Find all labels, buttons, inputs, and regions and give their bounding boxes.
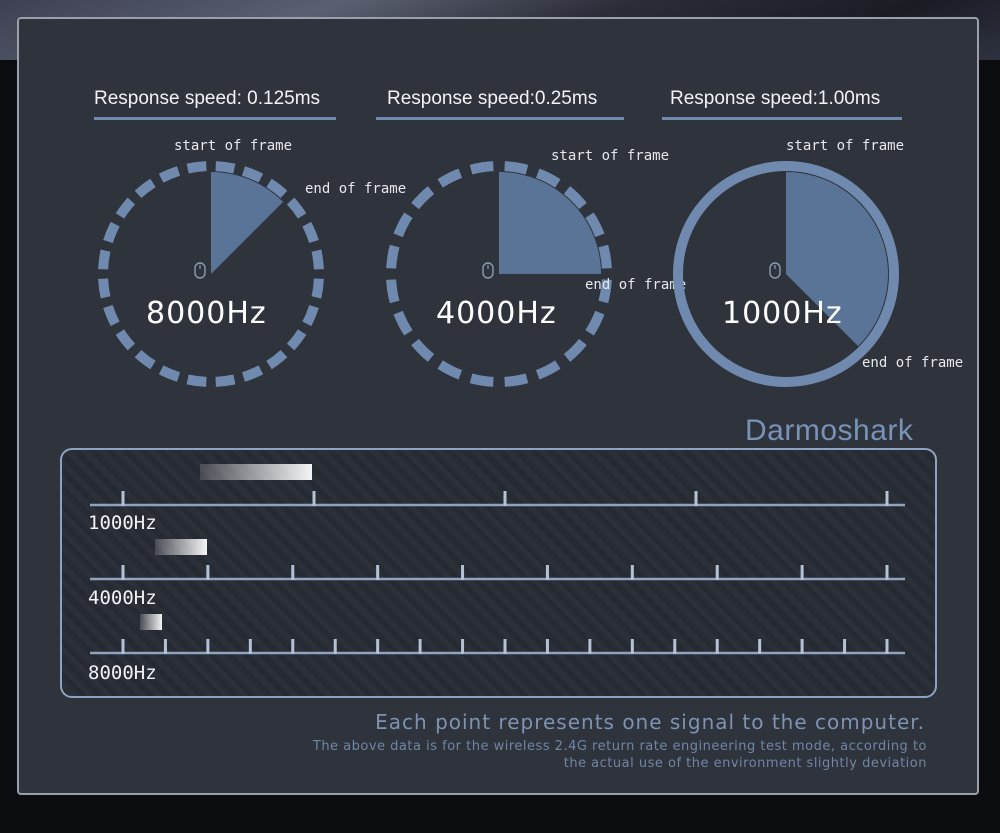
timeline-label-1000: 1000Hz [88,512,157,534]
footer-caption: Each point represents one signal to the … [375,710,925,734]
interval-bar [140,614,162,630]
footer-note-line2: the actual use of the environment slight… [563,756,927,771]
timeline-label-8000: 8000Hz [88,662,157,684]
timeline-label-4000: 4000Hz [88,587,157,609]
timeline-chart [90,464,905,655]
footer-disclaimer: The above data is for the wireless 2.4G … [167,738,927,772]
interval-bar [200,464,312,480]
interval-bar [155,539,207,555]
footer-note-line1: The above data is for the wireless 2.4G … [312,739,927,754]
